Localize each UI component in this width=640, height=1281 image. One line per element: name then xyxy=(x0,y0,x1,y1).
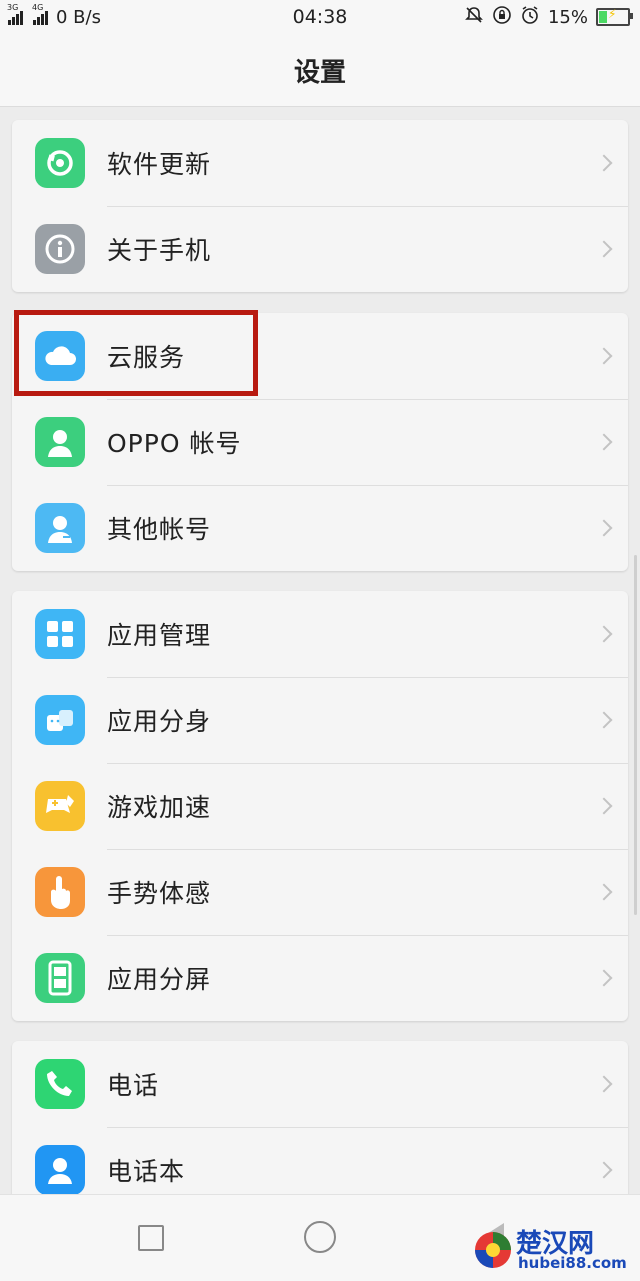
contacts-icon xyxy=(35,1145,85,1195)
chevron-right-icon xyxy=(595,797,613,815)
navigation-bar: 楚汉网 hubei88.com xyxy=(0,1194,640,1281)
clock: 04:38 xyxy=(292,6,348,28)
gesture-icon xyxy=(35,867,85,917)
setting-item-software-update[interactable]: 软件更新 xyxy=(12,120,628,206)
chevron-right-icon xyxy=(595,347,613,365)
info-icon xyxy=(35,224,85,274)
setting-label: 电话本 xyxy=(107,1157,186,1186)
setting-item-other-accounts[interactable]: 其他帐号 xyxy=(12,485,628,571)
chevron-right-icon xyxy=(595,154,613,172)
setting-item-oppo-account[interactable]: OPPO 帐号 xyxy=(12,399,628,485)
settings-group-apps: 应用管理 应用分身 游戏加速 手势体感 应用分屏 xyxy=(12,591,628,1021)
recent-apps-button[interactable] xyxy=(138,1225,164,1251)
setting-label: 关于手机 xyxy=(107,236,212,265)
app-manage-icon xyxy=(35,609,85,659)
setting-label: 应用管理 xyxy=(107,621,212,650)
setting-label: 软件更新 xyxy=(107,150,212,179)
setting-item-about-phone[interactable]: 关于手机 xyxy=(12,206,628,292)
setting-label: 游戏加速 xyxy=(107,793,212,822)
account-icon xyxy=(35,417,85,467)
setting-item-game-boost[interactable]: 游戏加速 xyxy=(12,763,628,849)
chevron-right-icon xyxy=(595,433,613,451)
chevron-right-icon xyxy=(595,240,613,258)
chevron-right-icon xyxy=(595,1161,613,1179)
setting-label: 应用分身 xyxy=(107,707,212,736)
chevron-right-icon xyxy=(595,711,613,729)
status-bar: 3G 4G 0 B/s 04:38 15% ⚡ xyxy=(0,0,640,34)
setting-item-split-screen[interactable]: 应用分屏 xyxy=(12,935,628,1021)
settings-group-system: 软件更新 关于手机 xyxy=(12,120,628,292)
split-screen-icon xyxy=(35,953,85,1003)
highlight-box xyxy=(14,310,258,396)
setting-item-gestures[interactable]: 手势体感 xyxy=(12,849,628,935)
page-title: 设置 xyxy=(0,34,640,107)
battery-icon: ⚡ xyxy=(596,7,633,26)
setting-label: 应用分屏 xyxy=(107,965,212,994)
watermark-logo: 楚汉网 hubei88.com xyxy=(472,1223,632,1275)
scrollbar[interactable] xyxy=(634,555,637,915)
setting-label: 手势体感 xyxy=(107,879,212,908)
chevron-right-icon xyxy=(595,883,613,901)
settings-group-phone: 电话 电话本 xyxy=(12,1041,628,1213)
setting-item-app-management[interactable]: 应用管理 xyxy=(12,591,628,677)
software-update-icon xyxy=(35,138,85,188)
chevron-right-icon xyxy=(595,1075,613,1093)
chevron-right-icon xyxy=(595,969,613,987)
home-button[interactable] xyxy=(304,1221,336,1253)
other-account-icon xyxy=(35,503,85,553)
app-clone-icon xyxy=(35,695,85,745)
chevron-right-icon xyxy=(595,625,613,643)
setting-item-app-clone[interactable]: 应用分身 xyxy=(12,677,628,763)
setting-label: 电话 xyxy=(107,1071,160,1100)
watermark-url: hubei88.com xyxy=(518,1254,627,1272)
phone-icon xyxy=(35,1059,85,1109)
game-boost-icon xyxy=(35,781,85,831)
chevron-right-icon xyxy=(595,519,613,537)
setting-label: 其他帐号 xyxy=(107,515,212,544)
setting-label: OPPO 帐号 xyxy=(107,429,242,458)
setting-item-phone[interactable]: 电话 xyxy=(12,1041,628,1127)
